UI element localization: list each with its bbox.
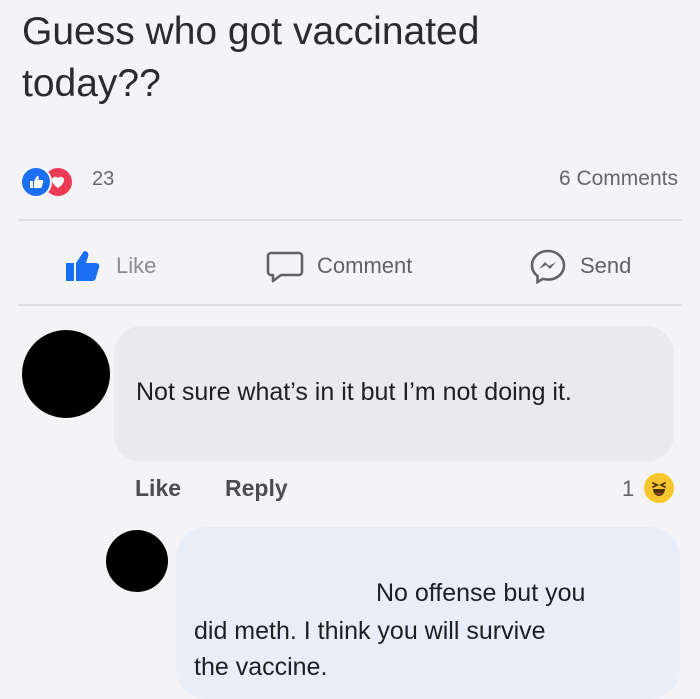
reply-text-line-1: No offense but you xyxy=(376,579,586,607)
avatar[interactable] xyxy=(22,330,110,418)
send-button[interactable]: Send xyxy=(528,240,631,292)
avatar[interactable] xyxy=(106,530,168,592)
post-text: Guess who got vaccinated today?? xyxy=(22,6,662,110)
comment-button-label: Comment xyxy=(317,253,413,278)
post-action-bar: Like Comment Send xyxy=(0,240,700,292)
comment-text: Not sure what’s in it but I’m not doing … xyxy=(136,378,572,406)
comment-icon xyxy=(265,249,305,283)
messenger-icon xyxy=(528,248,568,284)
post-text-line-1: Guess who got vaccinated xyxy=(22,10,480,53)
like-reaction-icon xyxy=(20,166,52,198)
reply-text-line-3: the vaccine. xyxy=(194,653,328,681)
divider xyxy=(18,304,682,306)
reaction-count[interactable]: 23 xyxy=(92,168,114,191)
reply-text-line-2: did meth. I think you will survive xyxy=(194,617,546,645)
comment-button[interactable]: Comment xyxy=(265,240,412,292)
comment-reply-link[interactable]: Reply xyxy=(225,475,288,502)
thumbs-up-icon xyxy=(64,249,104,283)
reply-bubble: No offense but you did meth. I think you… xyxy=(176,527,680,699)
post-text-line-2: today?? xyxy=(22,62,161,105)
comments-count-link[interactable]: 6 Comments xyxy=(559,167,678,191)
comment-bubble: Not sure what’s in it but I’m not doing … xyxy=(114,326,674,462)
divider xyxy=(18,219,682,221)
like-button-label: Like xyxy=(116,253,157,278)
haha-reaction-icon[interactable] xyxy=(644,473,674,503)
comment-like-link[interactable]: Like xyxy=(135,475,181,502)
send-button-label: Send xyxy=(580,253,632,278)
comment-reaction-count[interactable]: 1 xyxy=(622,476,634,502)
reactions-summary: 23 6 Comments xyxy=(20,162,680,198)
like-button[interactable]: Like xyxy=(64,240,156,292)
